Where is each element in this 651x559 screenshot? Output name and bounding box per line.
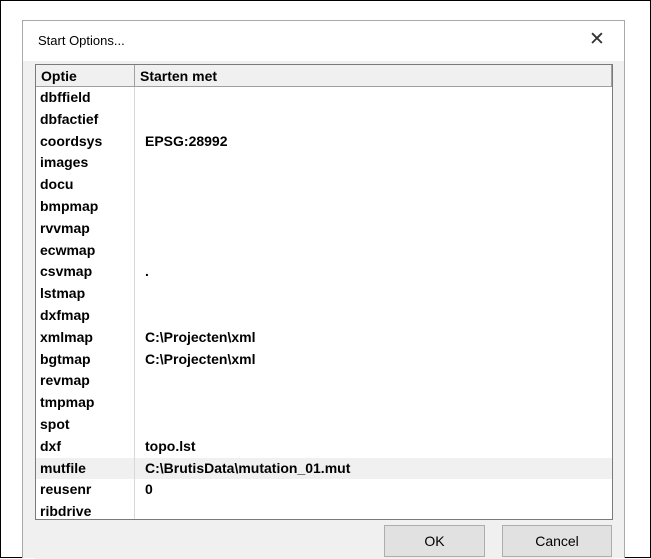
option-name-cell[interactable]: revmap [36, 370, 135, 393]
table-row[interactable]: dbfactief [36, 108, 612, 131]
option-value-cell[interactable] [135, 283, 612, 305]
option-name-cell[interactable]: ecwmap [36, 239, 135, 262]
option-name-cell[interactable]: ribdrive [36, 501, 135, 519]
option-name-cell[interactable]: spot [36, 413, 135, 436]
table-row[interactable]: bgtmap C:\Projecten\xml [36, 348, 612, 371]
option-value-cell[interactable] [135, 87, 612, 109]
table-row[interactable]: docu [36, 174, 612, 196]
cancel-button[interactable]: Cancel [502, 525, 612, 557]
column-header-starten-met[interactable]: Starten met [135, 65, 612, 87]
column-header-optie[interactable]: Optie [36, 65, 135, 87]
option-value-cell[interactable] [135, 305, 612, 327]
title-bar: Start Options... ✕ [23, 21, 624, 61]
table-row[interactable]: spot [36, 413, 612, 436]
option-name-cell[interactable]: images [36, 152, 135, 175]
table-row[interactable]: csvmap. [36, 261, 612, 284]
table-row[interactable]: bmpmap [36, 195, 612, 218]
option-name-cell[interactable]: coordsys [36, 130, 135, 153]
ok-button[interactable]: OK [384, 525, 485, 557]
table-row[interactable]: lstmap [36, 283, 612, 305]
option-value-cell[interactable]: topo.lst [135, 436, 612, 458]
option-value-cell[interactable]: C:\Projecten\xml [135, 349, 612, 371]
table-row[interactable]: coordsys EPSG:28992 [36, 130, 612, 153]
table-row[interactable]: dbffield [36, 87, 612, 109]
option-value-cell[interactable] [135, 240, 612, 262]
table-row[interactable]: rvvmap [36, 217, 612, 240]
option-value-cell[interactable]: C:\BrutisData\mutation_01.mut [135, 458, 612, 480]
table-row[interactable]: dxfmap [36, 304, 612, 327]
option-name-cell[interactable]: dbfactief [36, 108, 135, 131]
option-name-cell[interactable]: docu [36, 174, 135, 196]
option-value-cell[interactable] [135, 109, 612, 131]
table-row[interactable]: ecwmap [36, 239, 612, 262]
option-value-cell[interactable] [135, 501, 612, 519]
option-name-cell[interactable]: tmpmap [36, 392, 135, 414]
option-value-cell[interactable]: 0 [135, 479, 612, 501]
option-name-cell[interactable]: xmlmap [36, 326, 135, 349]
table-row[interactable]: ribdrive [36, 501, 612, 519]
option-name-cell[interactable]: bgtmap [36, 348, 135, 371]
options-grid[interactable]: Optie Starten met dbffield dbfactief coord… [35, 64, 613, 520]
table-row[interactable]: mutfile C:\BrutisData\mutation_01.mut [36, 457, 612, 480]
option-name-cell[interactable]: dbffield [36, 87, 135, 109]
close-icon: ✕ [589, 29, 605, 50]
option-name-cell[interactable]: bmpmap [36, 195, 135, 218]
table-row[interactable]: tmpmap [36, 392, 612, 414]
table-row[interactable]: reusenr 0 [36, 479, 612, 502]
table-row[interactable]: revmap [36, 370, 612, 393]
option-value-cell[interactable] [135, 392, 612, 414]
start-options-dialog: Start Options... ✕ Optie Starten met dbf… [22, 20, 625, 559]
grid-body: dbffield dbfactief coordsys EPSG:28992 image… [36, 87, 612, 519]
option-name-cell[interactable]: dxf [36, 435, 135, 458]
option-value-cell[interactable] [135, 414, 612, 436]
table-row[interactable]: xmlmap C:\Projecten\xml [36, 326, 612, 349]
option-value-cell[interactable] [135, 196, 612, 218]
button-bar: OK Cancel [35, 520, 613, 559]
grid-header: Optie Starten met [36, 65, 612, 87]
option-name-cell[interactable]: mutfile [36, 457, 135, 480]
option-name-cell[interactable]: rvvmap [36, 217, 135, 240]
option-value-cell[interactable] [135, 174, 612, 196]
table-row[interactable]: images [36, 152, 612, 175]
option-value-cell[interactable] [135, 152, 612, 174]
option-name-cell[interactable]: lstmap [36, 283, 135, 305]
option-name-cell[interactable]: dxfmap [36, 304, 135, 327]
option-value-cell[interactable]: . [135, 261, 612, 283]
option-value-cell[interactable]: C:\Projecten\xml [135, 327, 612, 349]
dialog-title: Start Options... [38, 33, 125, 48]
option-value-cell[interactable] [135, 218, 612, 240]
option-value-cell[interactable]: EPSG:28992 [135, 131, 612, 153]
option-value-cell[interactable] [135, 370, 612, 392]
close-button[interactable]: ✕ [584, 27, 610, 53]
option-name-cell[interactable]: reusenr [36, 479, 135, 502]
table-row[interactable]: dxf topo.lst [36, 435, 612, 458]
option-name-cell[interactable]: csvmap [36, 261, 135, 284]
